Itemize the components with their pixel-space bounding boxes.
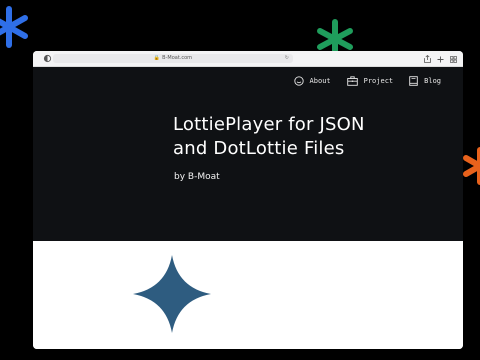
new-tab-icon[interactable] <box>437 56 444 63</box>
site-nav: About Project Blog <box>293 76 441 86</box>
site-hero: About Project Blog LottiePlayer for JSON… <box>33 67 463 241</box>
nav-item-label: Blog <box>424 77 441 85</box>
browser-window: 🔒 B-Moat.com ↻ About Project Blog Lottie… <box>33 51 463 349</box>
share-icon[interactable] <box>424 55 431 63</box>
page-title-line-2: and DotLottie Files <box>173 138 345 159</box>
sidebar-toggle-icon[interactable] <box>43 54 52 63</box>
nav-item-label: About <box>309 77 331 85</box>
nav-item-blog[interactable]: Blog <box>409 76 441 86</box>
tab-overview-icon[interactable] <box>450 55 457 63</box>
browser-toolbar: 🔒 B-Moat.com ↻ <box>33 51 463 67</box>
page-title-line-1: LottiePlayer for JSON <box>173 114 365 135</box>
book-icon <box>409 76 418 86</box>
toolbar-actions <box>424 53 457 65</box>
nav-item-label: Project <box>363 77 394 85</box>
address-bar[interactable]: 🔒 B-Moat.com ↻ <box>53 54 293 63</box>
sparkle-star-icon <box>133 255 211 333</box>
smiley-icon <box>293 76 304 86</box>
nav-item-project[interactable]: Project <box>346 76 394 86</box>
orange-asterisk-icon <box>463 147 480 185</box>
blue-asterisk-icon <box>0 6 28 48</box>
page-title: LottiePlayer for JSON and DotLottie File… <box>173 113 443 161</box>
author-byline: by B-Moat <box>174 172 220 182</box>
address-bar-url: B-Moat.com <box>162 55 193 61</box>
reload-icon[interactable]: ↻ <box>285 54 289 63</box>
briefcase-icon <box>346 76 358 86</box>
content-area <box>33 241 463 349</box>
nav-item-about[interactable]: About <box>293 76 331 86</box>
lock-icon: 🔒 <box>153 55 161 61</box>
